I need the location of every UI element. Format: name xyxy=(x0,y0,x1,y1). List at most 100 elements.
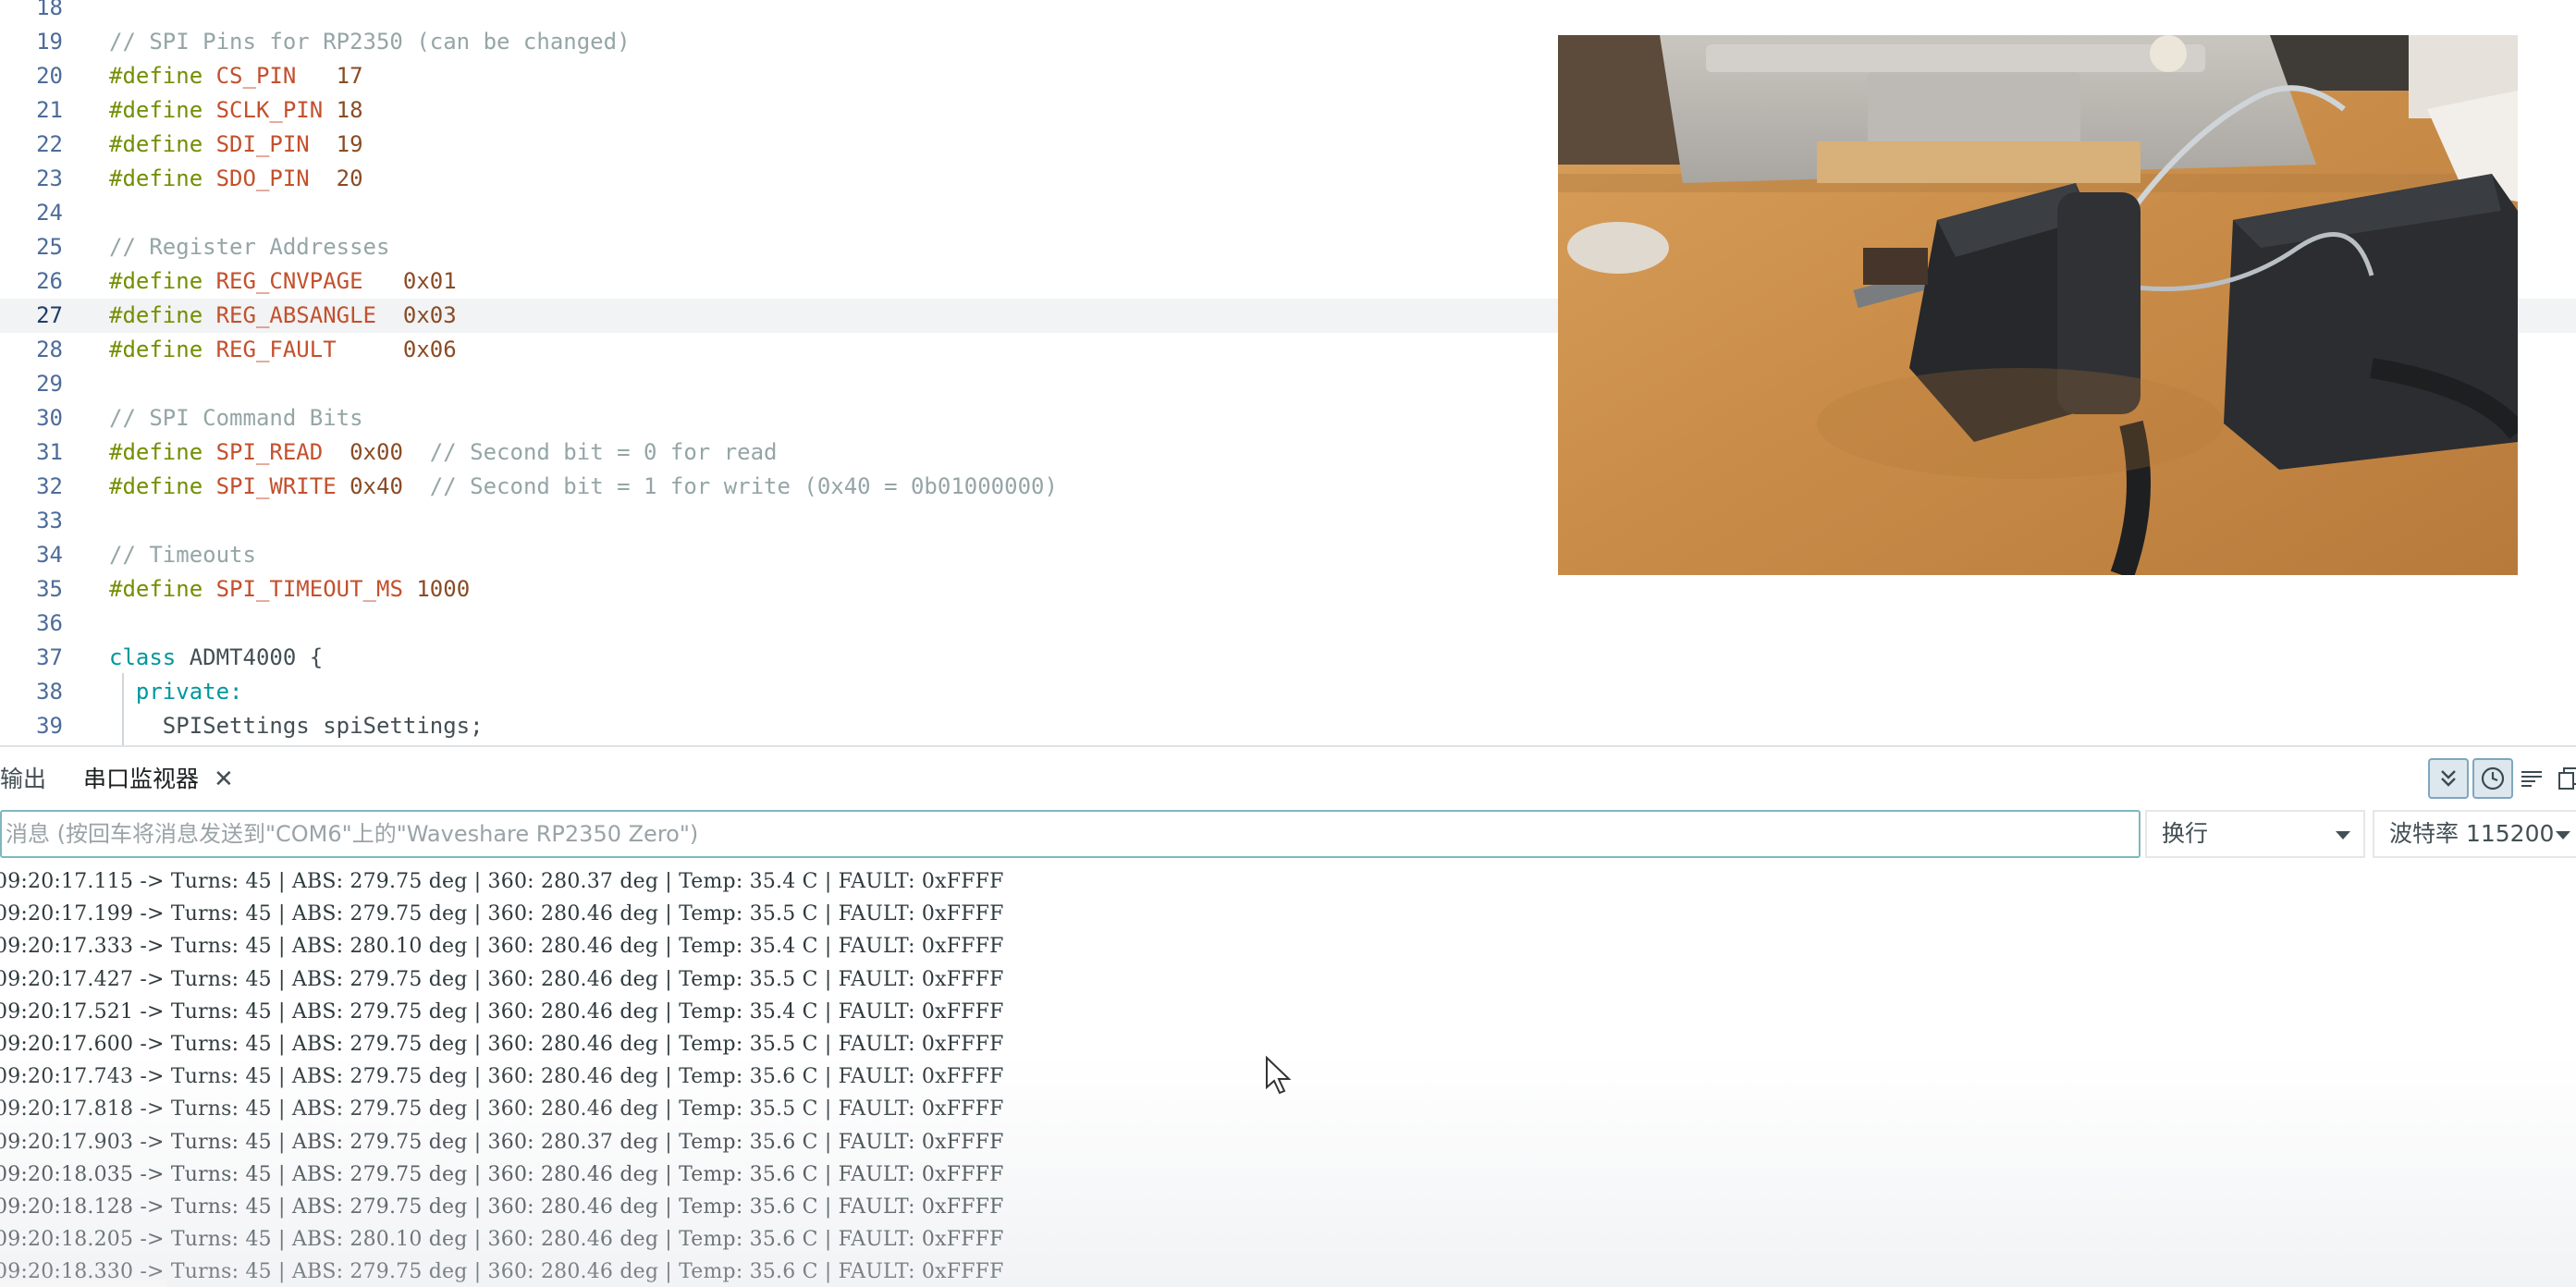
baud-rate-select[interactable]: 波特率 115200 xyxy=(2373,810,2576,858)
message-input[interactable] xyxy=(0,810,2141,858)
code-text: #define SDI_PIN 19 xyxy=(109,128,363,162)
code-token: REG_CNVPAGE xyxy=(202,268,363,294)
code-text: #define REG_FAULT 0x06 xyxy=(109,333,457,367)
line-number: 39 xyxy=(36,713,63,739)
code-token: // SPI Pins for RP2350 (can be changed) xyxy=(109,29,631,55)
code-token: 0x06 xyxy=(336,337,457,362)
code-text: #define CS_PIN 17 xyxy=(109,59,363,93)
code-token: ADMT4000 { xyxy=(176,644,324,670)
serial-log-line: 09:20:17.903 -> Turns: 45 | ABS: 279.75 … xyxy=(0,1130,1004,1154)
code-token: class xyxy=(109,644,177,670)
code-text: #define REG_ABSANGLE 0x03 xyxy=(109,299,457,333)
baud-rate-value: 波特率 115200 xyxy=(2389,820,2555,847)
code-token: SDO_PIN xyxy=(202,165,310,191)
code-token: CS_PIN xyxy=(202,63,297,89)
serial-log-line: 09:20:18.035 -> Turns: 45 | ABS: 279.75 … xyxy=(0,1162,1004,1186)
serial-log-line: 09:20:17.427 -> Turns: 45 | ABS: 279.75 … xyxy=(0,967,1004,991)
code-line[interactable]: 39 SPISettings spiSettings; xyxy=(0,709,2576,743)
copy-output-button[interactable] xyxy=(2548,758,2576,799)
code-line[interactable]: 35 #define SPI_TIMEOUT_MS 1000 xyxy=(0,572,2576,607)
autoscroll-button[interactable] xyxy=(2428,758,2469,799)
code-token: 20 xyxy=(309,165,363,191)
code-text: // Timeouts xyxy=(109,538,256,572)
code-line[interactable]: 36 xyxy=(0,607,2576,641)
tab-output[interactable]: 输出 xyxy=(0,764,46,795)
bottom-panel: 输出 串口监视器 ✕ 消息 (按回车将消息发送到"COM6"上的"Wavesha… xyxy=(0,745,2576,1287)
code-text: #define SDO_PIN 20 xyxy=(109,162,363,196)
code-token: 17 xyxy=(296,63,363,89)
code-token: SPI_TIMEOUT_MS xyxy=(202,576,403,602)
taskbar-edge xyxy=(0,1280,166,1287)
copy-output-icon xyxy=(2558,767,2576,790)
code-text: private: xyxy=(109,675,243,709)
code-token: // Timeouts xyxy=(109,542,256,568)
code-line[interactable]: 38 private: xyxy=(0,675,2576,709)
line-number: 27 xyxy=(36,302,63,328)
line-ending-value: 换行 xyxy=(2162,820,2209,847)
code-token: #define xyxy=(109,131,203,157)
code-token: // Register Addresses xyxy=(109,234,390,260)
code-token: // SPI Command Bits xyxy=(109,405,363,431)
line-number: 30 xyxy=(36,405,63,431)
code-token: // Second bit = 0 for read xyxy=(402,439,778,465)
line-number: 20 xyxy=(36,63,63,89)
code-token: #define xyxy=(109,473,203,499)
chevron-down-icon xyxy=(2336,831,2350,840)
code-text: #define SPI_WRITE 0x40 // Second bit = 1… xyxy=(109,470,1058,504)
code-token: #define xyxy=(109,97,203,123)
webcam-video-overlay xyxy=(1558,35,2518,575)
timestamp-icon xyxy=(2481,766,2505,791)
hardware-photo xyxy=(1558,35,2518,575)
code-token: #define xyxy=(109,576,203,602)
code-text: // SPI Pins for RP2350 (can be changed) xyxy=(109,25,631,59)
code-token: #define xyxy=(109,63,203,89)
code-line[interactable]: 37 class ADMT4000 { xyxy=(0,641,2576,675)
code-token: 0x00 xyxy=(323,439,403,465)
line-ending-select[interactable]: 换行 xyxy=(2145,810,2365,858)
clear-output-button[interactable] xyxy=(2511,758,2552,799)
line-number: 34 xyxy=(36,542,63,568)
tab-serial-monitor[interactable]: 串口监视器 xyxy=(83,764,199,795)
serial-log-line: 09:20:18.205 -> Turns: 45 | ABS: 280.10 … xyxy=(0,1228,1004,1252)
serial-log-line: 09:20:17.521 -> Turns: 45 | ABS: 279.75 … xyxy=(0,999,1004,1023)
line-number: 18 xyxy=(36,0,63,20)
line-number: 24 xyxy=(36,200,63,226)
indent-guide xyxy=(122,673,124,745)
code-text: #define SPI_READ 0x00 // Second bit = 0 … xyxy=(109,435,777,470)
code-token: // Second bit = 1 for write (0x40 = 0b01… xyxy=(402,473,1058,499)
line-number: 36 xyxy=(36,610,63,636)
close-icon[interactable]: ✕ xyxy=(214,764,234,795)
timestamp-button[interactable] xyxy=(2472,758,2513,799)
serial-log-line: 09:20:17.333 -> Turns: 45 | ABS: 280.10 … xyxy=(0,935,1004,959)
code-token: SDI_PIN xyxy=(202,131,310,157)
serial-input-row: 换行 波特率 115200 xyxy=(0,804,2576,864)
line-number: 25 xyxy=(36,234,63,260)
code-text: class ADMT4000 { xyxy=(109,641,323,675)
code-text: // Register Addresses xyxy=(109,230,389,264)
code-text: #define SCLK_PIN 18 xyxy=(109,93,363,128)
code-token: #define xyxy=(109,439,203,465)
serial-log-line: 09:20:17.818 -> Turns: 45 | ABS: 279.75 … xyxy=(0,1097,1004,1122)
code-token: SPISettings spiSettings; xyxy=(109,713,484,739)
arduino-ide-window: 18 19 // SPI Pins for RP2350 (can be chang… xyxy=(0,0,2576,1287)
code-line[interactable]: 18 xyxy=(0,0,2576,25)
line-number: 19 xyxy=(36,29,63,55)
code-token: SCLK_PIN xyxy=(202,97,324,123)
line-number: 35 xyxy=(36,576,63,602)
line-number: 32 xyxy=(36,473,63,499)
clear-output-icon xyxy=(2521,771,2542,787)
code-text: #define SPI_TIMEOUT_MS 1000 xyxy=(109,572,470,607)
code-token: REG_FAULT xyxy=(202,337,337,362)
line-number: 29 xyxy=(36,371,63,397)
code-text: // SPI Command Bits xyxy=(109,401,363,435)
code-token: 0x03 xyxy=(376,302,457,328)
code-token: #define xyxy=(109,302,203,328)
line-number: 37 xyxy=(36,644,63,670)
line-number: 21 xyxy=(36,97,63,123)
serial-log-line: 09:20:17.600 -> Turns: 45 | ABS: 279.75 … xyxy=(0,1033,1004,1056)
line-number: 22 xyxy=(36,131,63,157)
line-number: 26 xyxy=(36,268,63,294)
code-token: #define xyxy=(109,165,203,191)
code-token: 1000 xyxy=(402,576,471,602)
serial-log-line: 09:20:18.128 -> Turns: 45 | ABS: 279.75 … xyxy=(0,1195,1004,1219)
